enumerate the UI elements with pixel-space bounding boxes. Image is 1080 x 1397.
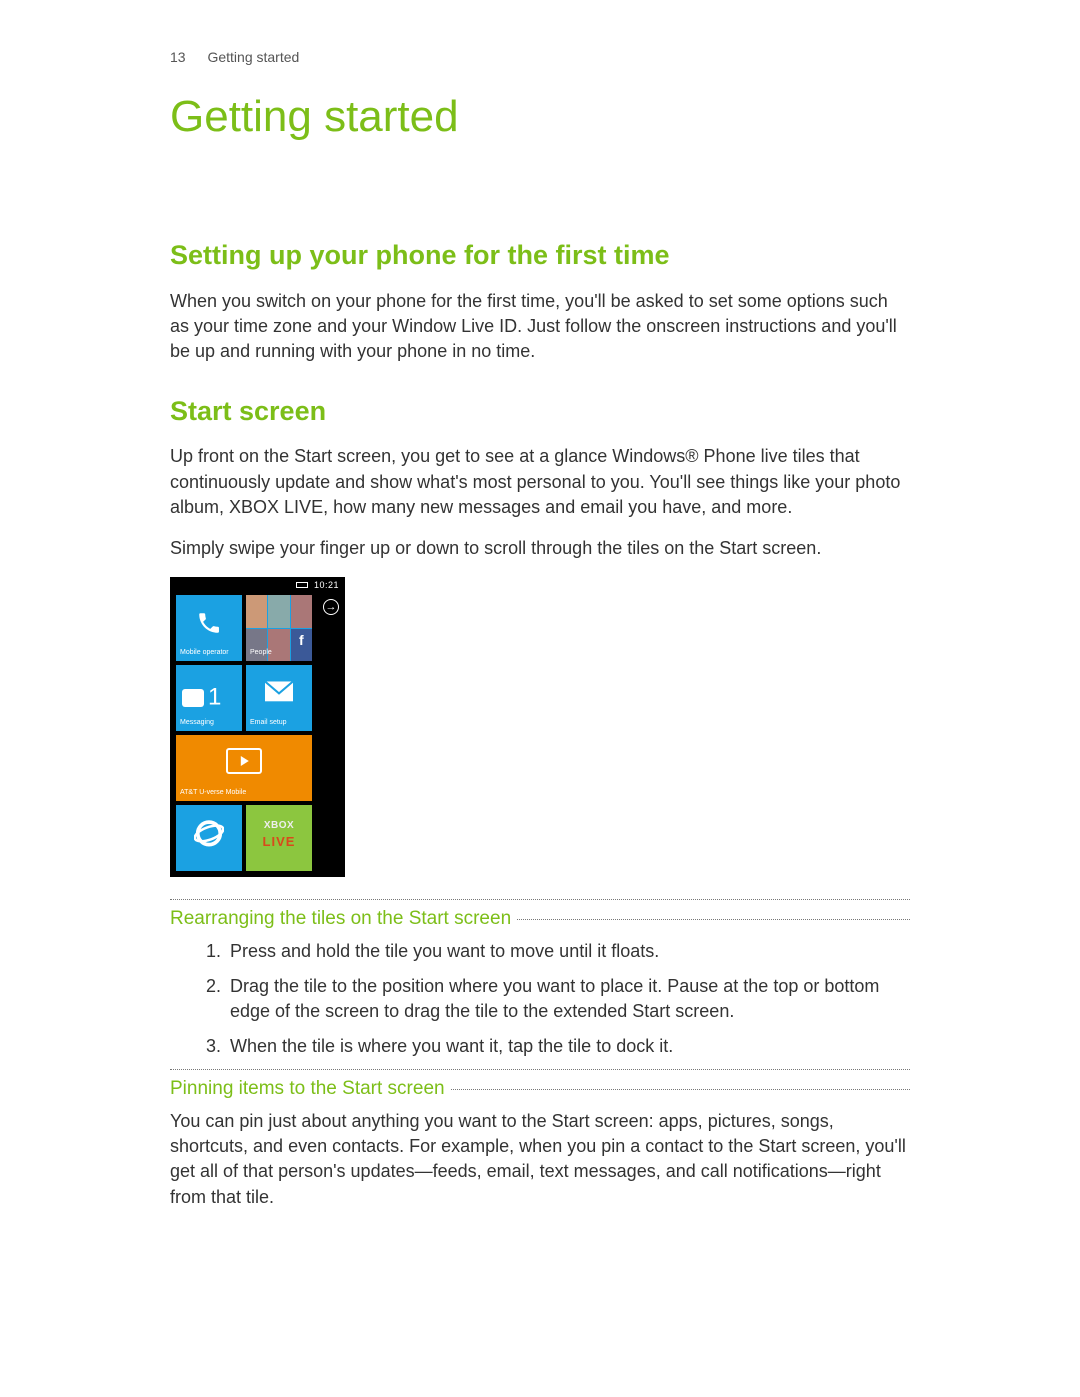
tile-label: AT&T U-verse Mobile [180,788,246,798]
subsection-title: Pinning items to the Start screen [170,1076,451,1103]
battery-icon [296,582,308,588]
dotted-rule [451,1089,910,1090]
subsection-rearranging: Rearranging the tiles on the Start scree… [170,906,910,933]
phone-status-bar: 10:21 [170,577,345,591]
tile-label: People [250,648,272,658]
start-screen-body-1: Up front on the Start screen, you get to… [170,444,910,520]
tile-label: Messaging [180,718,214,728]
step-3: When the tile is where you want it, tap … [226,1034,910,1059]
tv-play-icon [226,748,262,774]
xbox-label-top: XBOX [246,805,312,833]
step-2: Drag the tile to the position where you … [226,974,910,1024]
start-screen-body-2: Simply swipe your finger up or down to s… [170,536,910,561]
tiles-area: Mobile operator f People → 1 Messaging E… [176,591,339,877]
phone-start-screen-figure: 10:21 Mobile operator f People → 1 Messa… [170,577,345,877]
tile-label: Email setup [250,718,287,728]
tile-xbox-live: XBOX LIVE [246,805,312,871]
tile-mobile-operator: Mobile operator [176,595,242,661]
dotted-rule [170,899,910,900]
page-header: 13 Getting started [170,48,910,68]
messaging-icon [182,689,204,707]
subsection-title: Rearranging the tiles on the Start scree… [170,906,517,933]
phone-icon [196,610,222,636]
tile-people: f People [246,595,312,661]
chapter-title: Getting started [170,86,910,148]
rearranging-steps: Press and hold the tile you want to move… [170,939,910,1060]
tile-label: Mobile operator [180,648,229,658]
running-title: Getting started [207,49,299,65]
dotted-rule [517,919,910,920]
dotted-rule [170,1069,910,1070]
section-setting-up-title: Setting up your phone for the first time [170,237,910,275]
section-setting-up-body: When you switch on your phone for the fi… [170,289,910,365]
arrow-right-icon: → [323,599,339,615]
pinning-body: You can pin just about anything you want… [170,1109,910,1210]
mail-icon [265,681,293,708]
messaging-count: 1 [208,681,221,715]
tile-messaging: 1 Messaging [176,665,242,731]
tile-email: Email setup [246,665,312,731]
phone-clock: 10:21 [314,580,339,590]
xbox-label-bottom: LIVE [246,833,312,851]
page-number: 13 [170,49,186,65]
tile-internet-explorer [176,805,242,871]
section-start-screen-title: Start screen [170,393,910,431]
ie-icon [194,818,224,855]
step-1: Press and hold the tile you want to move… [226,939,910,964]
subsection-pinning: Pinning items to the Start screen [170,1076,910,1103]
tile-att-uverse: AT&T U-verse Mobile [176,735,312,801]
